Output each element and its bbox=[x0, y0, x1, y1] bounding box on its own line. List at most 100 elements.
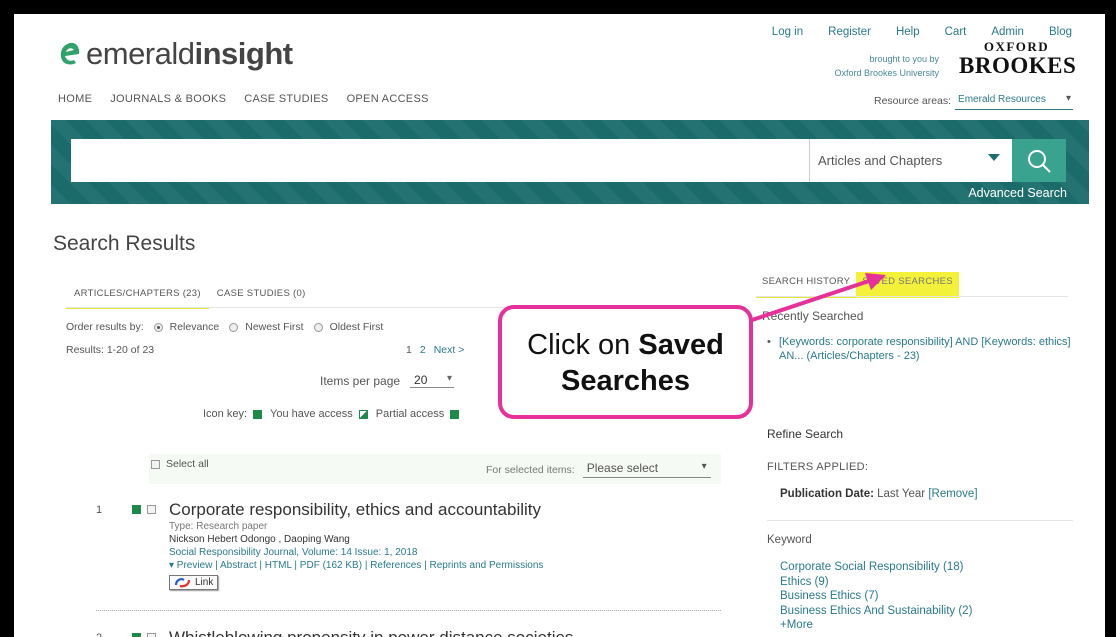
brought-line-2: Oxford Brookes University bbox=[834, 68, 939, 78]
admin-link[interactable]: Admin bbox=[991, 26, 1024, 38]
next-page-link[interactable]: Next > bbox=[434, 344, 465, 356]
radio-newest-first[interactable] bbox=[229, 322, 239, 332]
logo-text-light: emerald bbox=[86, 36, 195, 71]
resource-areas: Resource areas: Emerald Resources bbox=[874, 92, 1074, 110]
keyword-heading: Keyword bbox=[767, 534, 812, 546]
cart-link[interactable]: Cart bbox=[945, 26, 967, 38]
select-all-label: Select all bbox=[166, 458, 209, 470]
order-results: Order results by: Relevance Newest First… bbox=[66, 321, 383, 333]
blog-link[interactable]: Blog bbox=[1049, 26, 1072, 38]
resource-areas-label: Resource areas: bbox=[874, 95, 952, 107]
search-button[interactable] bbox=[1012, 139, 1066, 182]
institution-logo-line2: BROOKES bbox=[959, 53, 1077, 78]
result-checkbox[interactable] bbox=[147, 633, 156, 637]
results-tabs: ARTICLES/CHAPTERS (23) CASE STUDIES (0) bbox=[66, 286, 314, 309]
search-input[interactable] bbox=[71, 139, 809, 182]
icon-key: Icon key: You have access Partial access bbox=[203, 408, 461, 420]
page-2[interactable]: 2 bbox=[420, 344, 426, 356]
instruction-callout: Click on Saved Searches bbox=[498, 305, 753, 419]
result-authors[interactable]: Nickson Hebert Odongo , Daoping Wang bbox=[169, 533, 714, 546]
callout-line1-prefix: Click on bbox=[527, 329, 639, 361]
result-icons bbox=[132, 505, 162, 514]
institution-logo-line1: OXFORD bbox=[983, 39, 1050, 54]
page-title: Search Results bbox=[53, 232, 196, 255]
sfx-link-button[interactable]: Link bbox=[169, 575, 219, 590]
nav-open-access[interactable]: OPEN ACCESS bbox=[347, 93, 429, 105]
result-title[interactable]: Corporate responsibility, ethics and acc… bbox=[169, 500, 714, 520]
result-body: Corporate responsibility, ethics and acc… bbox=[169, 500, 714, 593]
items-per-page-label: Items per page bbox=[320, 373, 401, 388]
keyword-facet-item[interactable]: Corporate Social Responsibility (18) bbox=[780, 560, 972, 575]
publication-date-filter: Publication Date: Last Year [Remove] bbox=[780, 488, 978, 500]
keyword-list: Corporate Social Responsibility (18) Eth… bbox=[780, 560, 972, 633]
brought-line-1: brought to you by bbox=[869, 54, 939, 64]
items-per-page: Items per page 20 bbox=[320, 373, 455, 388]
nav-case-studies[interactable]: CASE STUDIES bbox=[244, 93, 328, 105]
order-label: Order results by: bbox=[66, 321, 144, 333]
tab-saved-searches[interactable]: SAVED SEARCHES bbox=[856, 272, 959, 298]
institution-logo: OXFORD BROOKES bbox=[959, 39, 1077, 78]
main-nav: HOME JOURNALS & BOOKS CASE STUDIES OPEN … bbox=[58, 93, 429, 105]
access-icon bbox=[132, 505, 141, 514]
result-divider bbox=[96, 610, 721, 611]
keyword-facet-item[interactable]: Business Ethics (7) bbox=[780, 589, 972, 604]
partial-access-icon bbox=[358, 409, 368, 419]
result-icons bbox=[132, 633, 162, 637]
filters-applied-label: FILTERS APPLIED: bbox=[767, 461, 869, 473]
chevron-down-icon bbox=[988, 154, 1000, 161]
keyword-facet-item[interactable]: Ethics (9) bbox=[780, 575, 972, 590]
search-banner: Articles and Chapters Advanced Search bbox=[51, 120, 1089, 204]
more-keywords-link[interactable]: +More bbox=[780, 618, 972, 633]
result-links[interactable]: ▾ Preview | Abstract | HTML | PDF (162 K… bbox=[169, 559, 714, 572]
icon-key-label: Icon key: bbox=[203, 408, 248, 420]
remove-filter-link[interactable]: [Remove] bbox=[928, 488, 977, 500]
result-title[interactable]: Whistleblowing propensity in power dista… bbox=[169, 628, 573, 637]
order-newest-label: Newest First bbox=[245, 321, 304, 333]
search-type-select[interactable]: Articles and Chapters bbox=[809, 139, 1012, 182]
access-icon bbox=[253, 409, 263, 419]
search-icon bbox=[1028, 149, 1051, 173]
pubdate-label: Publication Date: bbox=[780, 488, 874, 500]
result-type: Type: Research paper bbox=[169, 521, 268, 532]
result-journal[interactable]: Social Responsibility Journal, Volume: 1… bbox=[169, 546, 714, 559]
tab-case-studies[interactable]: CASE STUDIES (0) bbox=[209, 286, 314, 309]
callout-line2: Searches bbox=[561, 365, 690, 397]
for-selected-select[interactable]: Please select bbox=[582, 461, 711, 478]
for-selected-label: For selected items: bbox=[486, 463, 575, 476]
sidebar-divider bbox=[767, 520, 1073, 521]
access-icon bbox=[132, 633, 141, 637]
order-relevance-label: Relevance bbox=[169, 321, 220, 333]
advanced-search-link[interactable]: Advanced Search bbox=[968, 186, 1067, 200]
items-per-page-select[interactable]: 20 bbox=[410, 373, 455, 388]
brought-to-you-by: brought to you by Oxford Brookes Univers… bbox=[814, 52, 939, 80]
result-number: 2 bbox=[96, 632, 102, 637]
help-link[interactable]: Help bbox=[896, 26, 920, 38]
search-history-tabs: SEARCH HISTORY SAVED SEARCHES bbox=[756, 272, 959, 298]
sidebar-tabs-divider bbox=[756, 296, 1068, 297]
radio-oldest-first[interactable] bbox=[313, 322, 323, 332]
nav-journals-books[interactable]: JOURNALS & BOOKS bbox=[110, 93, 226, 105]
page-1[interactable]: 1 bbox=[406, 344, 412, 356]
link-button-label: Link bbox=[195, 577, 214, 588]
emerald-insight-logo[interactable]: emeraldinsight bbox=[58, 36, 293, 72]
tab-search-history[interactable]: SEARCH HISTORY bbox=[756, 272, 857, 298]
register-link[interactable]: Register bbox=[828, 26, 871, 38]
nav-home[interactable]: HOME bbox=[58, 93, 92, 105]
keyword-facet-item[interactable]: Business Ethics And Sustainability (2) bbox=[780, 604, 972, 619]
radio-relevance[interactable] bbox=[153, 322, 163, 332]
utility-nav: Log in Register Help Cart Admin Blog bbox=[772, 26, 1072, 38]
tab-articles-chapters[interactable]: ARTICLES/CHAPTERS (23) bbox=[66, 286, 209, 309]
result-checkbox[interactable] bbox=[147, 505, 156, 514]
callout-line1-bold: Saved bbox=[638, 329, 724, 361]
browser-page: emeraldinsight HOME JOURNALS & BOOKS CAS… bbox=[14, 14, 1105, 637]
select-all[interactable]: Select all bbox=[151, 458, 209, 470]
icon-key-access: You have access bbox=[270, 408, 353, 420]
checkbox-icon[interactable] bbox=[151, 459, 160, 469]
order-oldest-label: Oldest First bbox=[329, 321, 384, 333]
search-type-value: Articles and Chapters bbox=[818, 153, 943, 168]
emerald-logo-icon bbox=[60, 42, 80, 65]
recent-search-item[interactable]: [Keywords: corporate responsibility] AND… bbox=[767, 335, 1074, 363]
resource-areas-select[interactable]: Emerald Resources bbox=[955, 92, 1074, 110]
login-link[interactable]: Log in bbox=[772, 26, 803, 38]
pagination: 1 2 Next > bbox=[406, 344, 464, 356]
